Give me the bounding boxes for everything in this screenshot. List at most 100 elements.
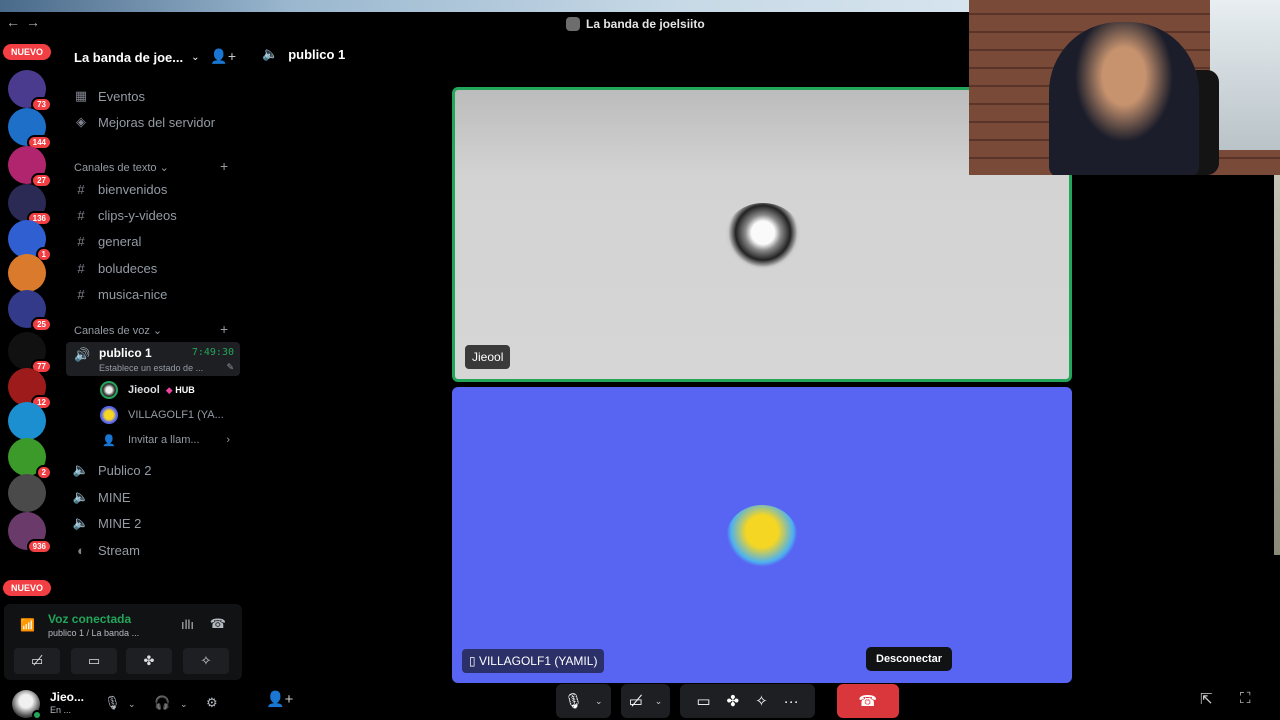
fullscreen-icon[interactable]: ⛶ bbox=[1240, 690, 1251, 707]
mic-button[interactable]: 🎙 ⌄ bbox=[556, 684, 611, 718]
voice-subtitle: publico 1 / La banda ... bbox=[48, 628, 140, 638]
screen-share-icon[interactable]: ▭ bbox=[696, 692, 710, 710]
channel-label: boludeces bbox=[98, 260, 158, 276]
voice-user[interactable]: VILLAGOLF1 (YA... bbox=[100, 404, 240, 426]
soundboard-icon[interactable]: ✧ bbox=[755, 692, 768, 710]
voice-category[interactable]: Canales de voz ⌄ bbox=[74, 324, 162, 337]
pencil-icon[interactable]: ✎ bbox=[226, 362, 234, 373]
chevron-right-icon: › bbox=[226, 434, 230, 446]
signal-icon[interactable]: 📶 bbox=[20, 618, 35, 632]
server-icon-2[interactable]: 144 bbox=[8, 108, 52, 150]
voice-channel[interactable]: 🔈 MINE 2 bbox=[70, 511, 240, 535]
plus-icon[interactable]: + bbox=[220, 321, 228, 337]
voice-channel[interactable]: 🔈 Publico 2 bbox=[70, 458, 240, 482]
speaker-icon: 🔊 bbox=[74, 347, 91, 362]
speaker-icon: 🔈 bbox=[72, 462, 90, 477]
invite-to-call[interactable]: 👤 Invitar a llam... › bbox=[100, 429, 240, 451]
headphones-icon[interactable]: 🎧 bbox=[154, 695, 170, 711]
page-title: publico 1 bbox=[288, 46, 346, 62]
sidebar-item-boosts[interactable]: ◈ Mejoras del servidor bbox=[70, 110, 240, 134]
disconnect-icon[interactable]: ☎ bbox=[210, 616, 226, 632]
channel-bienvenidos[interactable]: # bienvenidos bbox=[70, 177, 240, 201]
webcam-overlay bbox=[969, 0, 1280, 175]
participant-name: Jieool bbox=[465, 345, 511, 369]
server-icon-9[interactable]: 12 bbox=[8, 368, 52, 410]
tooltip: Desconectar bbox=[866, 647, 953, 671]
stage-icon: ◐ bbox=[77, 542, 85, 558]
chevron-down-icon[interactable]: ⌄ bbox=[655, 696, 663, 707]
mobile-icon: ▯ bbox=[469, 654, 476, 668]
sidebar-item-events[interactable]: ▦ Eventos bbox=[70, 84, 240, 108]
server-icon-11[interactable]: 2 bbox=[8, 438, 52, 480]
server-icon-10[interactable] bbox=[8, 402, 46, 440]
server-icon-12[interactable] bbox=[8, 474, 46, 512]
speaker-icon: 🔈 bbox=[72, 515, 90, 530]
voice-channel-name: publico 1 bbox=[99, 346, 152, 360]
noise-suppression-icon[interactable]: ıllı bbox=[181, 617, 194, 632]
disconnect-button[interactable]: ☎ bbox=[836, 684, 899, 718]
user-status: En ... bbox=[50, 705, 72, 715]
channel-general[interactable]: # general bbox=[70, 229, 240, 253]
video-off-icon: ▭̸ bbox=[628, 693, 643, 710]
voice-user-name: Jieool bbox=[128, 384, 160, 396]
stage-channel[interactable]: ◐ Stream bbox=[70, 538, 240, 562]
hashtag-icon: # bbox=[77, 286, 85, 302]
video-off-button[interactable]: ▭̸ bbox=[14, 648, 60, 674]
chevron-down-icon[interactable]: ⌄ bbox=[128, 699, 136, 710]
call-controls: 🎙 ⌄ ▭̸ ⌄ ▭ ✤ ✧ ··· ☎ bbox=[556, 682, 899, 720]
server-header[interactable]: La banda de joe... ⌄ 👤+ bbox=[56, 40, 242, 74]
server-icon-7[interactable]: 25 bbox=[8, 290, 52, 332]
avatar bbox=[100, 406, 118, 424]
server-icon-13[interactable]: 936 bbox=[8, 512, 52, 554]
channel-musica[interactable]: # musica-nice bbox=[70, 282, 240, 306]
server-icon-3[interactable]: 27 bbox=[8, 146, 52, 188]
add-user-icon[interactable]: 👤+ bbox=[266, 690, 293, 708]
channel-label: clips-y-videos bbox=[98, 207, 177, 223]
username[interactable]: Jieo... bbox=[50, 690, 84, 704]
voice-status[interactable]: Voz conectada bbox=[48, 612, 131, 626]
sidebar-item-label: Eventos bbox=[98, 88, 145, 104]
server-icon-8[interactable]: 77 bbox=[8, 332, 52, 374]
avatar bbox=[725, 203, 801, 269]
channel-label: general bbox=[98, 233, 142, 249]
microphone-icon[interactable]: 🎙 bbox=[104, 695, 121, 711]
chevron-down-icon[interactable]: ⌄ bbox=[180, 699, 188, 710]
server-icon-4[interactable]: 136 bbox=[8, 184, 52, 226]
server-icon-5[interactable]: 1 bbox=[8, 220, 52, 262]
camera-button[interactable]: ▭̸ ⌄ bbox=[620, 684, 671, 718]
participant-tile[interactable]: ▯ VILLAGOLF1 (YAMIL) bbox=[452, 387, 1072, 683]
voice-channel[interactable]: 🔈 MINE bbox=[70, 485, 240, 509]
channel-boludeces[interactable]: # boludeces bbox=[70, 256, 240, 280]
activities-icon[interactable]: ✤ bbox=[727, 692, 740, 710]
room-window bbox=[1210, 0, 1280, 150]
plus-icon[interactable]: + bbox=[220, 158, 228, 174]
channel-clips[interactable]: # clips-y-videos bbox=[70, 203, 240, 227]
window-title: La banda de joelsiito bbox=[566, 17, 705, 31]
gear-icon[interactable]: ⚙ bbox=[206, 695, 218, 711]
server-icon-6[interactable] bbox=[8, 254, 46, 292]
chevron-down-icon[interactable]: ⌄ bbox=[595, 696, 603, 707]
server-icon-1[interactable]: 73 bbox=[8, 70, 52, 112]
window-title-text: La banda de joelsiito bbox=[586, 17, 705, 31]
server-name: La banda de joe... bbox=[74, 49, 184, 65]
soundboard-button[interactable]: ✧ bbox=[183, 648, 229, 674]
channel-status[interactable]: Establece un estado de ... bbox=[99, 363, 219, 373]
screen-share-button[interactable]: ▭ bbox=[71, 648, 117, 674]
participant-name: VILLAGOLF1 (YAMIL) bbox=[478, 654, 598, 668]
popout-icon[interactable]: ⇱ bbox=[1200, 690, 1213, 708]
add-user-icon[interactable]: 👤+ bbox=[210, 48, 236, 65]
avatar[interactable] bbox=[12, 690, 42, 720]
activities-button[interactable]: ✤ bbox=[126, 648, 172, 674]
more-icon[interactable]: ··· bbox=[784, 693, 799, 710]
voice-user[interactable]: Jieool ◆ HUB bbox=[100, 379, 240, 401]
nav-arrows[interactable]: ←→ bbox=[6, 14, 46, 30]
microphone-icon: 🎙 bbox=[564, 693, 584, 710]
channel-header: 🔈 publico 1 bbox=[262, 46, 345, 62]
voice-channel-active[interactable]: 🔊 publico 1 7:49:30 Establece un estado … bbox=[66, 342, 240, 376]
invite-label: Invitar a llam... bbox=[128, 434, 200, 446]
avatar bbox=[726, 505, 798, 571]
text-category[interactable]: Canales de texto ⌄ bbox=[74, 161, 169, 174]
desktop-strip bbox=[0, 0, 970, 12]
channel-label: musica-nice bbox=[98, 286, 168, 302]
phone-hangup-icon: ☎ bbox=[858, 693, 878, 710]
